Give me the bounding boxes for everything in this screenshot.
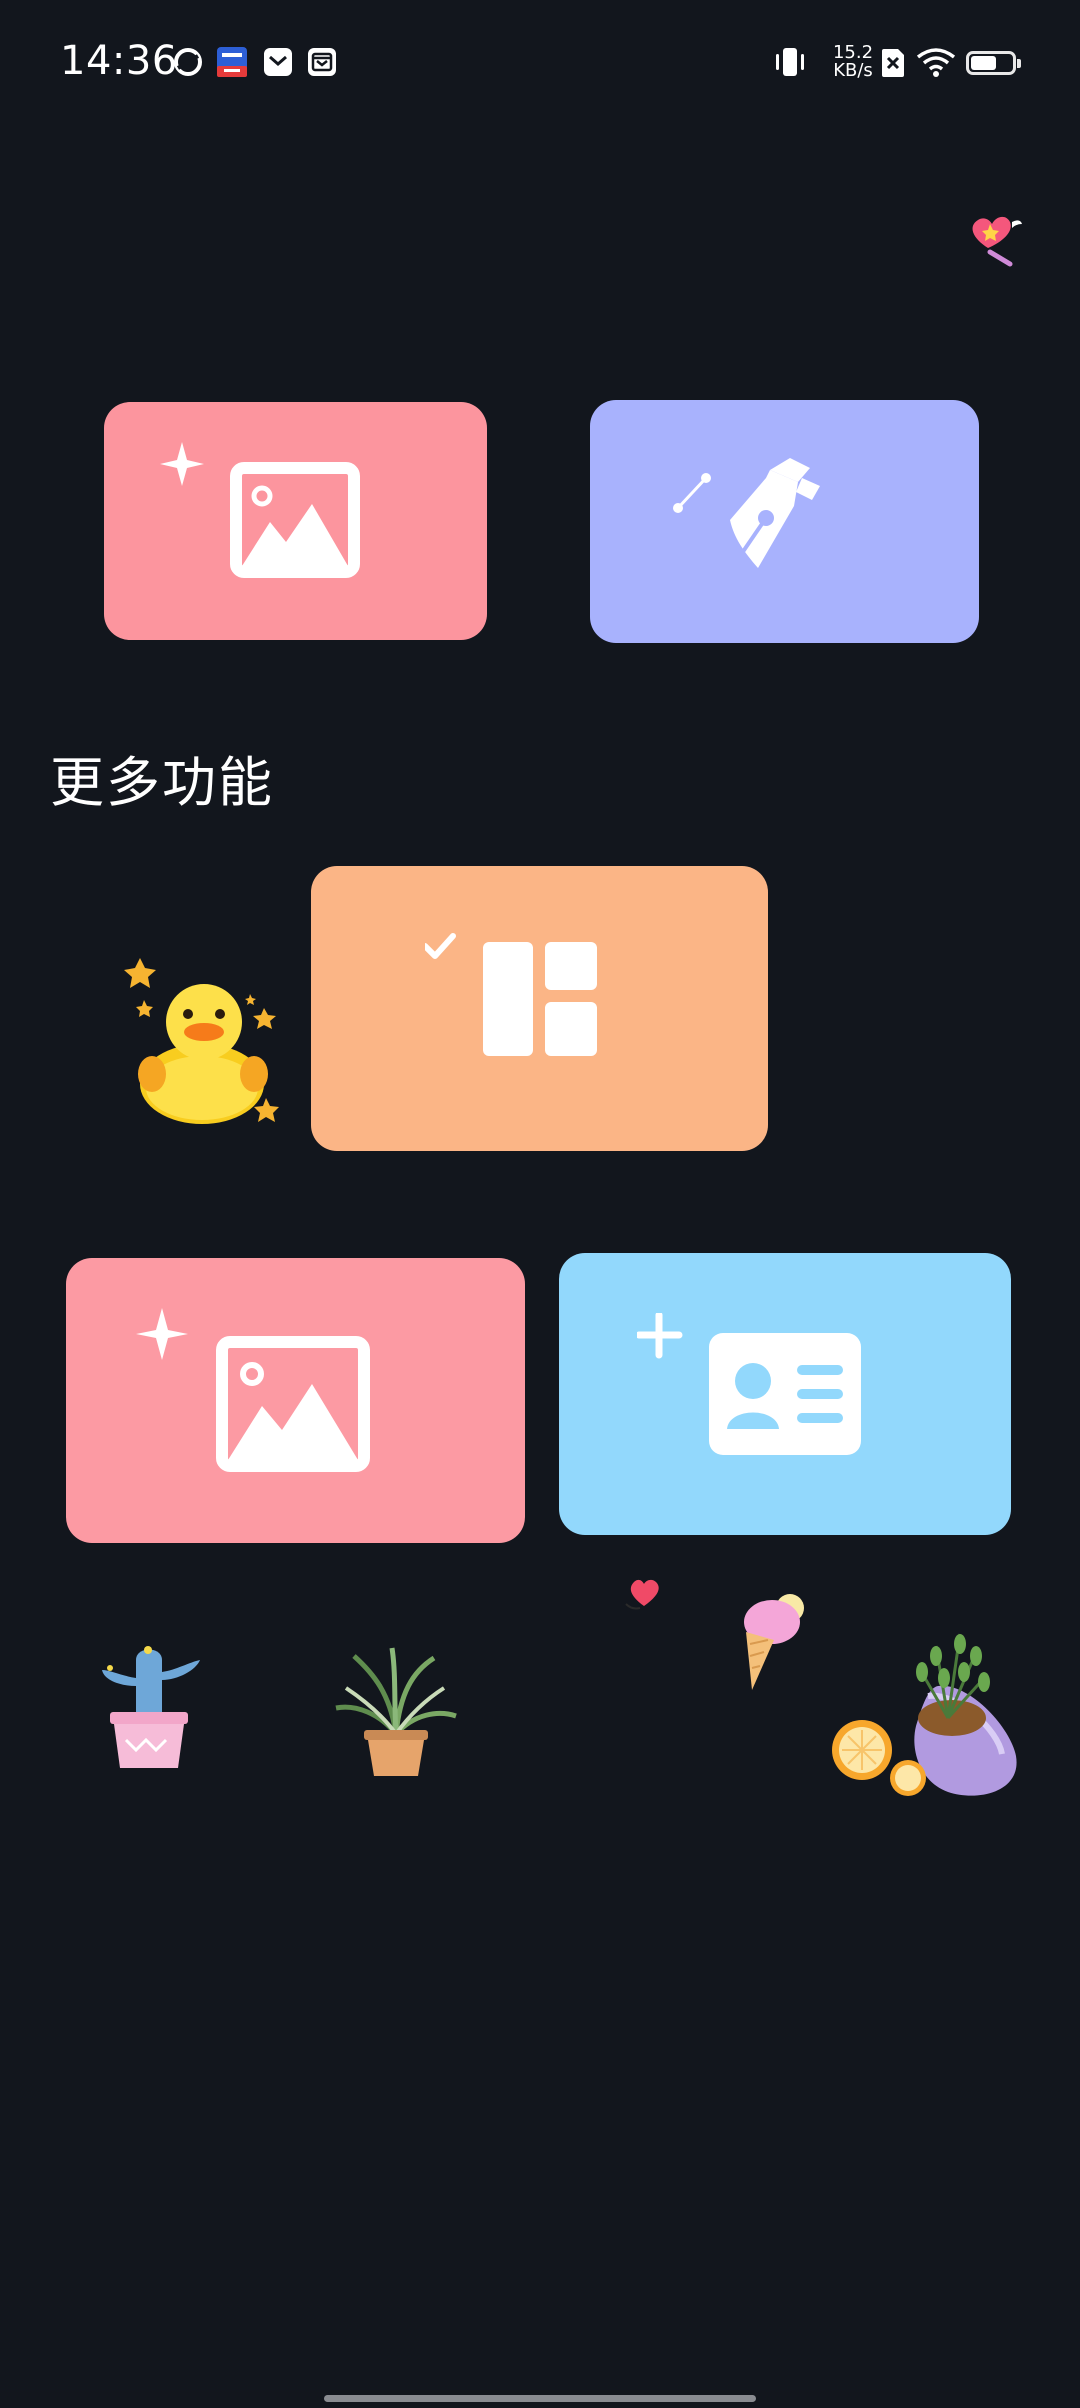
no-sim-icon: [882, 49, 904, 77]
heart-wand-sticker: [972, 216, 1022, 267]
add-contact-card[interactable]: [559, 1253, 1011, 1535]
vibrate-icon: [776, 48, 804, 76]
ai-image-card-top[interactable]: [104, 402, 487, 640]
ice-cream-sticker: [744, 1594, 804, 1690]
net-speed: 15.2 KB/s: [822, 44, 884, 80]
wifi-icon: [916, 48, 956, 77]
inbox-icon: [308, 48, 336, 76]
status-bar: 14:36 15.2 KB/s: [0, 0, 1080, 130]
add-contact-card-icon: [637, 1313, 861, 1455]
duck-sticker: [124, 958, 279, 1124]
home-indicator[interactable]: [324, 2395, 756, 2402]
layout-check-card[interactable]: [311, 866, 768, 1151]
plant-vase-sticker: [832, 1633, 1017, 1796]
cactus-sticker: [102, 1646, 200, 1768]
ai-image-card-bottom[interactable]: [66, 1258, 525, 1543]
battery-fill: [971, 56, 996, 70]
net-speed-unit: KB/s: [833, 60, 873, 81]
ai-image-icon: [136, 1308, 370, 1472]
mail-icon: [264, 48, 292, 76]
chrome-like-icon: [174, 48, 202, 76]
status-time: 14:36: [60, 38, 178, 84]
layout-check-icon: [425, 933, 597, 1056]
pen-tool-icon: [673, 458, 820, 568]
heart-sticker: [625, 1579, 659, 1610]
ai-image-icon: [160, 442, 360, 578]
pen-tool-card[interactable]: [590, 400, 979, 643]
section-title: 更多功能: [50, 751, 274, 814]
battery-icon: [966, 51, 1021, 75]
app-badge-icon: [217, 47, 247, 77]
spider-plant-sticker: [335, 1647, 457, 1776]
